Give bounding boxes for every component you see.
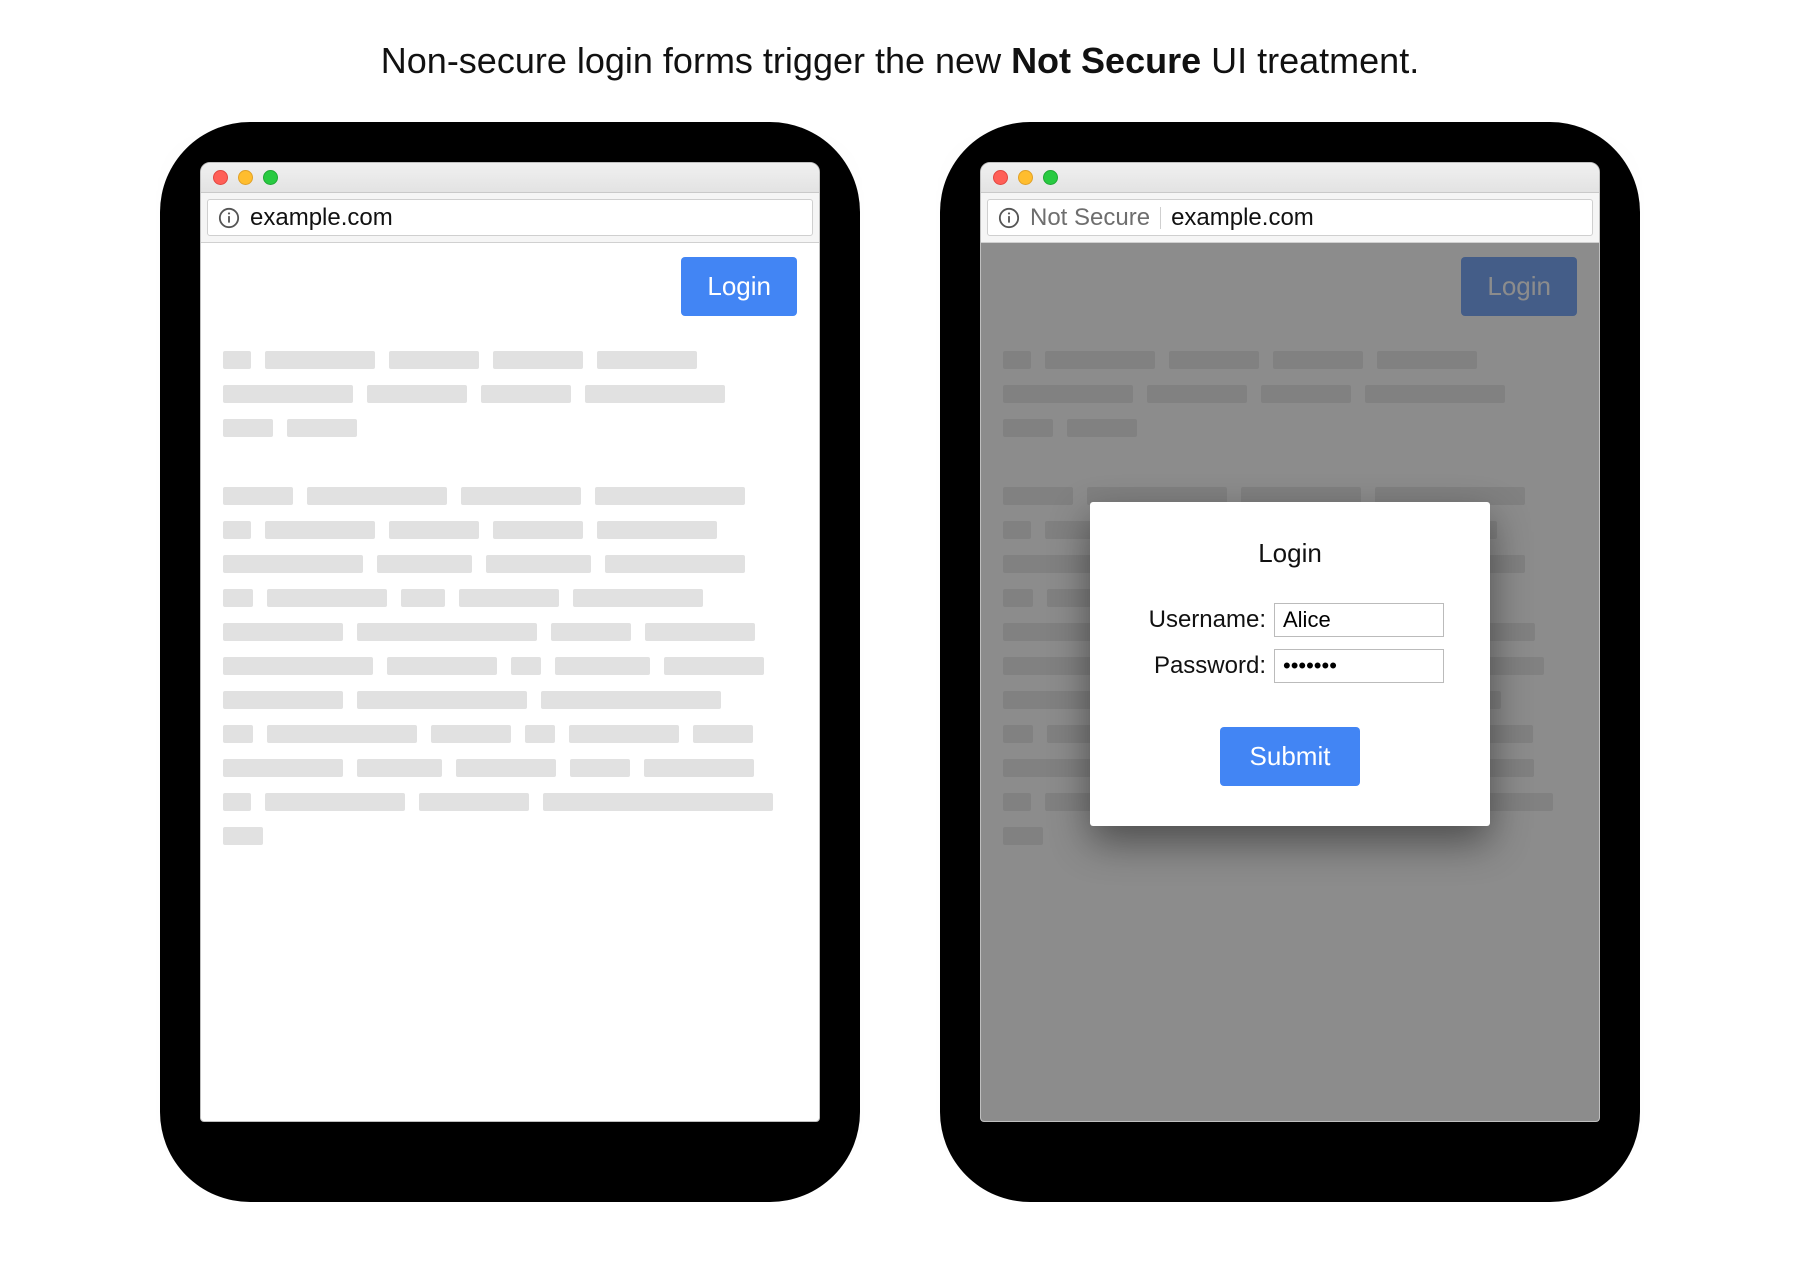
address-bar: example.com — [201, 193, 819, 243]
page-content-dimmed: Login Login — [981, 243, 1599, 1121]
address-divider — [1160, 207, 1161, 229]
browser-window-plain: example.com Login — [200, 162, 820, 1122]
site-info-icon[interactable] — [218, 207, 240, 229]
browser-window-not-secure: Not Secure example.com Login — [980, 162, 1600, 1122]
username-input[interactable] — [1274, 603, 1444, 637]
window-minimize-button[interactable] — [1018, 170, 1033, 185]
address-url: example.com — [1171, 204, 1314, 232]
login-button[interactable]: Login — [1461, 257, 1577, 316]
window-close-button[interactable] — [213, 170, 228, 185]
address-box[interactable]: example.com — [207, 199, 813, 236]
address-bar: Not Secure example.com — [981, 193, 1599, 243]
caption-suffix: UI treatment. — [1201, 40, 1419, 81]
window-zoom-button[interactable] — [263, 170, 278, 185]
caption-prefix: Non-secure login forms trigger the new — [381, 40, 1011, 81]
password-label: Password: — [1136, 652, 1266, 680]
not-secure-label: Not Secure — [1030, 204, 1150, 232]
password-input[interactable] — [1274, 649, 1444, 683]
figure-caption: Non-secure login forms trigger the new N… — [381, 40, 1419, 82]
window-titlebar — [201, 163, 819, 193]
address-url: example.com — [250, 204, 393, 232]
window-close-button[interactable] — [993, 170, 1008, 185]
login-modal: Login Username: Password: Submit — [1090, 502, 1490, 826]
login-modal-title: Login — [1258, 538, 1322, 569]
login-button[interactable]: Login — [681, 257, 797, 316]
site-info-icon[interactable] — [998, 207, 1020, 229]
page-content: Login — [201, 243, 819, 1121]
username-label: Username: — [1136, 606, 1266, 634]
window-zoom-button[interactable] — [1043, 170, 1058, 185]
caption-bold: Not Secure — [1011, 40, 1201, 81]
placeholder-text — [223, 351, 797, 845]
address-box[interactable]: Not Secure example.com — [987, 199, 1593, 236]
window-titlebar — [981, 163, 1599, 193]
window-minimize-button[interactable] — [238, 170, 253, 185]
submit-button[interactable]: Submit — [1220, 727, 1361, 786]
